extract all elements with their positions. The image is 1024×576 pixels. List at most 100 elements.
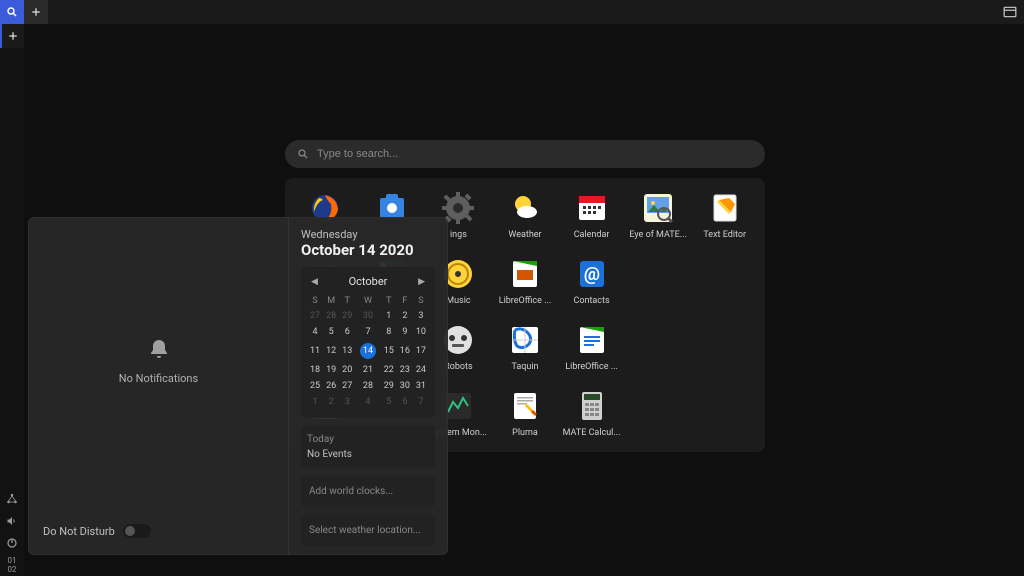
calendar-day[interactable]: 28 (355, 378, 380, 394)
month-label: October (349, 275, 388, 288)
weekday-header: F (397, 294, 413, 308)
add-world-clocks[interactable]: Add world clocks... (301, 476, 435, 507)
bell-icon (147, 338, 171, 362)
app-contacts[interactable]: @Contacts (561, 258, 622, 306)
power-icon[interactable] (0, 532, 24, 554)
clock-indicator[interactable]: 01 02 (0, 554, 24, 576)
new-tab-button[interactable] (24, 0, 48, 24)
calendar-day[interactable]: 6 (397, 394, 413, 410)
search-icon (297, 148, 309, 160)
calendar-day[interactable]: 5 (323, 324, 339, 340)
calendar-day[interactable]: 1 (307, 394, 323, 410)
eyeofmate-icon (642, 192, 674, 224)
notifications-pane: No Notifications Do Not Disturb (29, 218, 289, 554)
svg-text:@: @ (583, 264, 599, 285)
app-label: Text Editor (703, 230, 746, 240)
dnd-label: Do Not Disturb (43, 525, 115, 538)
app-taquin[interactable]: Taquin (495, 324, 556, 372)
calendar-day[interactable]: 27 (307, 308, 323, 324)
app-libreimpress[interactable]: LibreOffice ... (495, 258, 556, 306)
app-label: ings (450, 230, 467, 240)
calendar-day[interactable]: 21 (355, 362, 380, 378)
dnd-toggle[interactable] (123, 524, 151, 538)
calendar-day[interactable]: 11 (307, 340, 323, 362)
weekday-header: T (339, 294, 355, 308)
search-button[interactable] (0, 0, 24, 24)
network-icon[interactable] (0, 488, 24, 510)
app-label: LibreOffice ... (565, 362, 618, 372)
calendar-day[interactable]: 27 (339, 378, 355, 394)
calendar-day[interactable]: 24 (413, 362, 429, 378)
calendar-day[interactable]: 2 (323, 394, 339, 410)
calendar-day[interactable]: 28 (323, 308, 339, 324)
window-icon (1003, 6, 1017, 18)
calendar-day[interactable]: 15 (381, 340, 397, 362)
calendar-day[interactable]: 2 (397, 308, 413, 324)
calendar-day[interactable]: 16 (397, 340, 413, 362)
weekday-header: S (307, 294, 323, 308)
app-calculator[interactable]: MATE Calcul... (561, 390, 622, 438)
calendar-day[interactable]: 26 (323, 378, 339, 394)
calendar-day[interactable]: 5 (381, 394, 397, 410)
calendar-day[interactable]: 29 (339, 308, 355, 324)
calendar-day[interactable]: 25 (307, 378, 323, 394)
app-calendar[interactable]: Calendar (561, 192, 622, 240)
events-block: Today No Events (301, 426, 435, 468)
calendar-day[interactable]: 8 (381, 324, 397, 340)
app-label: Eye of MATE... (629, 230, 687, 240)
calendar-day[interactable]: 31 (413, 378, 429, 394)
window-overview-button[interactable] (996, 0, 1024, 24)
calendar-day[interactable]: 7 (355, 324, 380, 340)
calendar-day[interactable]: 9 (397, 324, 413, 340)
calendar-day[interactable]: 7 (413, 394, 429, 410)
libreimpress-icon (509, 258, 541, 290)
weekday-header: M (323, 294, 339, 308)
app-label: Weather (508, 230, 541, 240)
volume-icon[interactable] (0, 510, 24, 532)
taquin-icon (509, 324, 541, 356)
calendar-day[interactable]: 30 (397, 378, 413, 394)
app-librewriter[interactable]: LibreOffice ... (561, 324, 622, 372)
pluma-icon (509, 390, 541, 422)
calendar-day[interactable]: 22 (381, 362, 397, 378)
calculator-icon (576, 390, 608, 422)
librewriter-icon (576, 324, 608, 356)
weekday-header: W (355, 294, 380, 308)
events-today-label: Today (307, 434, 429, 445)
calendar-day[interactable]: 30 (355, 308, 380, 324)
full-date-label: October 14 2020 (301, 241, 435, 259)
calendar-day[interactable]: 14 (355, 340, 380, 362)
app-texteditor[interactable]: Text Editor (694, 192, 755, 240)
app-weather[interactable]: Weather (495, 192, 556, 240)
calendar-day[interactable]: 17 (413, 340, 429, 362)
calendar-icon (576, 192, 608, 224)
prev-month-button[interactable]: ◀ (311, 277, 318, 287)
calendar-day[interactable]: 23 (397, 362, 413, 378)
calendar-day[interactable]: 13 (339, 340, 355, 362)
app-eyeofmate[interactable]: Eye of MATE... (628, 192, 689, 240)
search-input[interactable] (317, 148, 753, 160)
calendar-day[interactable]: 3 (413, 308, 429, 324)
calendar-day[interactable]: 1 (381, 308, 397, 324)
calendar-day[interactable]: 12 (323, 340, 339, 362)
calendar-day[interactable]: 6 (339, 324, 355, 340)
select-weather-location[interactable]: Select weather location... (301, 515, 435, 546)
next-month-button[interactable]: ▶ (418, 277, 425, 287)
search-bar[interactable] (285, 140, 765, 168)
add-workspace-button[interactable] (0, 24, 24, 48)
calendar-day[interactable]: 19 (323, 362, 339, 378)
calendar-day[interactable]: 10 (413, 324, 429, 340)
calendar-day[interactable]: 18 (307, 362, 323, 378)
calendar-day[interactable]: 29 (381, 378, 397, 394)
app-label: Calendar (574, 230, 610, 240)
calendar-day[interactable]: 4 (307, 324, 323, 340)
weather-icon (509, 192, 541, 224)
calendar-day[interactable]: 20 (339, 362, 355, 378)
app-pluma[interactable]: Pluma (495, 390, 556, 438)
no-notifications-label: No Notifications (119, 372, 198, 385)
contacts-icon: @ (576, 258, 608, 290)
calendar-day[interactable]: 4 (355, 394, 380, 410)
app-label: Pluma (512, 428, 538, 438)
calendar-day[interactable]: 3 (339, 394, 355, 410)
app-label: MATE Calcul... (563, 428, 621, 438)
